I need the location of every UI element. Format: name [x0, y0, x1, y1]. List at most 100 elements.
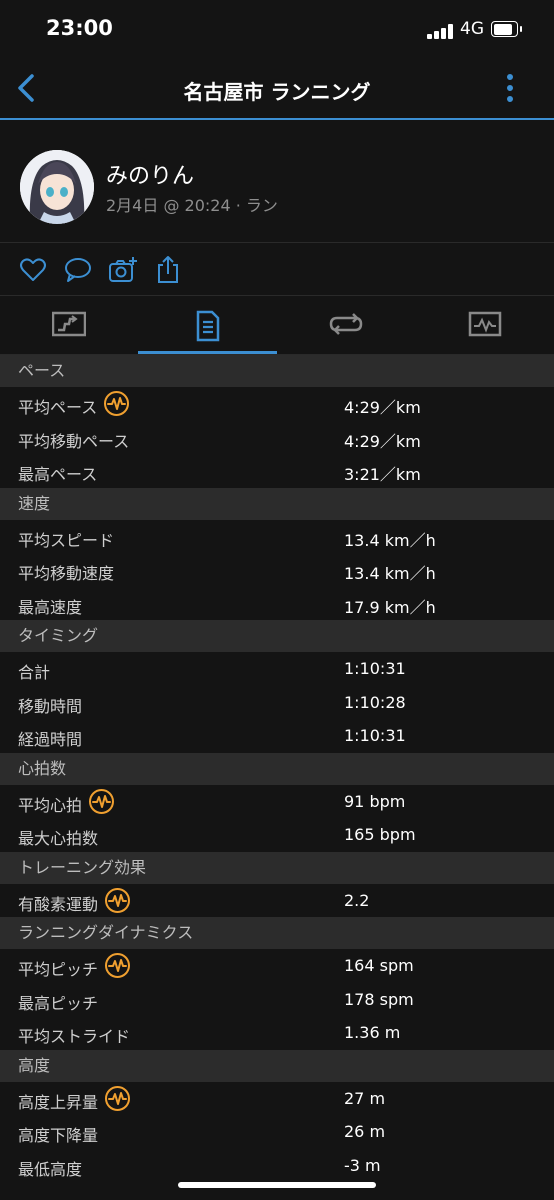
stat-value: 13.4 km／h: [344, 564, 436, 583]
status-bar: 23:00 4G: [0, 0, 554, 60]
stat-value: 164 spm: [344, 956, 414, 975]
home-indicator[interactable]: [178, 1182, 376, 1188]
more-vertical-icon: [507, 74, 513, 102]
comment-button[interactable]: [63, 255, 93, 285]
insight-badge-icon[interactable]: [104, 1085, 131, 1112]
stat-label: 最高速度: [18, 597, 83, 617]
insight-badge-icon[interactable]: [103, 390, 130, 417]
section-header: タイミング: [0, 620, 554, 652]
stat-label: 高度下降量: [18, 1126, 99, 1145]
tab-details[interactable]: [138, 296, 276, 354]
nav-bar: 名古屋市 ランニング: [0, 60, 554, 120]
add-photo-icon: [109, 257, 137, 282]
details-icon: [196, 310, 220, 342]
more-button[interactable]: [500, 72, 520, 106]
activity-header: みのりん 2月4日 @ 20:24 · ラン: [0, 120, 554, 243]
stat-label: 合計: [18, 663, 51, 682]
section-header: ランニングダイナミクス: [0, 917, 554, 949]
stats-list[interactable]: ペース平均ペース 4:29／km 平均移動ペース 4:29／km 最高ペース 3:21／k…: [0, 355, 554, 1182]
stat-value: 4:29／km: [344, 398, 421, 417]
stat-value: 13.4 km／h: [344, 530, 436, 550]
section-header: 速度: [0, 487, 554, 520]
section-header: 心拍数: [0, 752, 554, 785]
heart-icon: [20, 258, 46, 281]
tab-laps[interactable]: [277, 296, 415, 354]
stat-value: 1:10:28: [344, 692, 406, 712]
stat-label: 高度上昇量: [18, 1092, 99, 1112]
stat-label: 最高ピッチ: [18, 993, 99, 1013]
share-icon: [158, 256, 178, 283]
avatar[interactable]: [20, 150, 94, 224]
stat-value: 27 m: [344, 1088, 386, 1108]
stat-value: 3:21／km: [344, 465, 421, 484]
stat-label: 平均ペース: [18, 398, 98, 417]
stat-value: -3 m: [344, 1155, 381, 1175]
stat-label: 平均ストライド: [18, 1027, 131, 1046]
add-photo-button[interactable]: [108, 255, 138, 285]
stat-label: 平均ピッチ: [18, 960, 99, 979]
avatar-image: [20, 150, 94, 224]
stat-row: 最高速度 17.9 km／h: [0, 587, 554, 621]
active-tab-indicator: [138, 351, 277, 354]
stat-value: 1.36 m: [344, 1023, 401, 1042]
stat-row: 平均ピッチ 164 spm: [0, 949, 554, 983]
map-icon: [52, 311, 86, 337]
page-title: 名古屋市 ランニング: [183, 80, 371, 104]
tab-map[interactable]: [0, 296, 138, 354]
stat-value: 1:10:31: [344, 726, 406, 745]
stat-row: 最低高度 -3 m: [0, 1149, 554, 1183]
insight-badge-icon[interactable]: [104, 887, 131, 914]
stat-label: 平均心拍: [18, 795, 83, 815]
tab-bar: [0, 296, 554, 355]
stat-value: 2.2: [344, 890, 370, 910]
comment-icon: [65, 258, 91, 282]
graph-icon: [468, 311, 502, 337]
action-bar: [0, 243, 554, 296]
stat-label: 平均移動ペース: [18, 431, 130, 451]
stat-row: 最高ペース 3:21／km: [0, 454, 554, 488]
stat-label: 平均移動速度: [18, 564, 115, 583]
insight-badge-icon[interactable]: [104, 952, 131, 979]
stat-row: 移動時間 1:10:28: [0, 686, 554, 720]
stat-row: 有酸素運動 2.2: [0, 884, 554, 918]
stat-row: 平均移動ペース 4:29／km: [0, 421, 554, 455]
stat-value: 178 spm: [344, 989, 414, 1009]
stat-value: 4:29／km: [344, 431, 421, 451]
stat-value: 26 m: [344, 1122, 386, 1141]
battery-icon: [491, 21, 522, 37]
stat-label: 平均スピード: [18, 530, 115, 550]
stat-row: 最高ピッチ 178 spm: [0, 983, 554, 1017]
insight-badge-icon[interactable]: [88, 788, 115, 815]
stat-row: 高度下降量 26 m: [0, 1115, 554, 1149]
stat-row: 高度上昇量 27 m: [0, 1082, 554, 1116]
user-name[interactable]: みのりん: [106, 158, 194, 190]
stat-label: 最低高度: [18, 1159, 83, 1179]
stat-row: 平均ペース 4:29／km: [0, 387, 554, 421]
stat-value: 1:10:31: [344, 659, 406, 678]
status-time: 23:00: [46, 16, 113, 40]
stat-row: 平均ストライド 1.36 m: [0, 1016, 554, 1050]
stat-label: 経過時間: [18, 730, 83, 749]
stat-row: 平均移動速度 13.4 km／h: [0, 553, 554, 587]
network-type: 4G: [460, 19, 484, 39]
stat-row: 最大心拍数 165 bpm: [0, 818, 554, 852]
tab-graphs[interactable]: [416, 296, 554, 354]
section-header: ペース: [0, 355, 554, 387]
stat-row: 平均心拍 91 bpm: [0, 785, 554, 819]
stat-row: 経過時間 1:10:31: [0, 719, 554, 753]
stat-label: 最大心拍数: [18, 829, 99, 848]
share-button[interactable]: [153, 255, 183, 285]
section-header: トレーニング効果: [0, 851, 554, 884]
activity-datetime: 2月4日 @ 20:24 · ラン: [106, 196, 278, 215]
laps-icon: [329, 313, 363, 335]
stat-row: 合計 1:10:31: [0, 652, 554, 686]
stat-value: 17.9 km／h: [344, 597, 436, 617]
section-header: 高度: [0, 1049, 554, 1082]
stat-value: 91 bpm: [344, 791, 406, 811]
stat-label: 最高ペース: [18, 465, 98, 484]
stat-value: 165 bpm: [344, 825, 416, 844]
stat-row: 平均スピード 13.4 km／h: [0, 520, 554, 554]
stat-label: 移動時間: [18, 696, 83, 716]
like-button[interactable]: [18, 255, 48, 285]
signal-icon: [427, 24, 455, 39]
